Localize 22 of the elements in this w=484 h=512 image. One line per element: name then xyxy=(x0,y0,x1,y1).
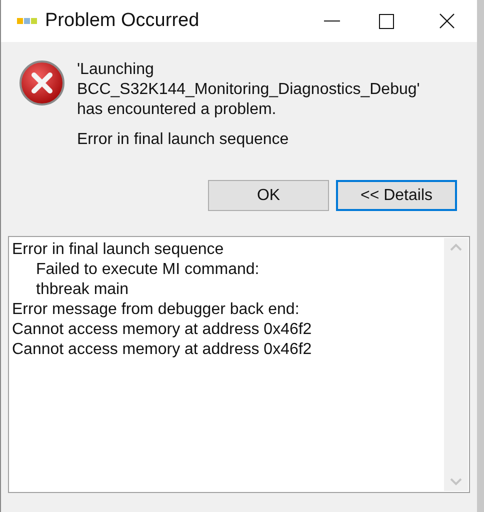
detail-line: Cannot access memory at address 0x46f2 xyxy=(12,320,313,340)
details-text-area[interactable]: Error in final launch sequence Failed to execute MI command: thbreak main Error message from debugger back end: Cannot access memory at address 0x46f2 Cannot access memory at address 0x46f2 xyxy=(8,236,470,493)
detail-line: thbreak main xyxy=(35,280,130,300)
app-logo-icon xyxy=(17,16,37,26)
scroll-down-icon[interactable] xyxy=(450,478,462,486)
maximize-icon xyxy=(378,14,394,28)
detail-line: Cannot access memory at address 0x46f2 xyxy=(12,340,313,360)
error-reason: Error in final launch sequence xyxy=(77,130,290,150)
message-text: BCC_S32K144_Monitoring_Diagnostics_Debug' xyxy=(77,80,420,100)
detail-line: Error in final launch sequence xyxy=(12,240,225,260)
close-icon xyxy=(439,13,455,29)
dialog-button[interactable]: << Details xyxy=(336,180,457,211)
error-icon xyxy=(19,60,65,106)
message-text: 'Launching xyxy=(77,60,155,80)
scroll-up-icon[interactable] xyxy=(450,243,462,251)
scrollbar[interactable] xyxy=(444,238,468,491)
detail-line: Failed to execute MI command: xyxy=(35,260,260,280)
dialog-button[interactable]: OK xyxy=(208,180,329,211)
window-title: Problem Occurred xyxy=(45,8,200,33)
minimize-icon xyxy=(324,20,340,22)
detail-line: Error message from debugger back end: xyxy=(12,300,300,320)
message-text: has encountered a problem. xyxy=(77,100,278,120)
